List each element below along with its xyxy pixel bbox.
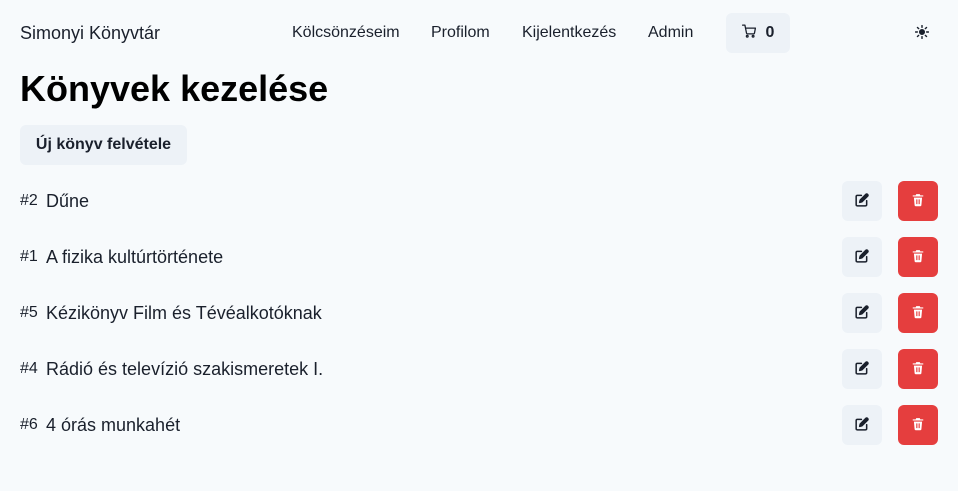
book-row: #6 4 órás munkahét — [0, 405, 958, 445]
edit-book-button[interactable] — [842, 237, 882, 277]
trash-icon — [911, 249, 925, 266]
book-title: A fizika kultúrtörténete — [46, 247, 224, 267]
book-title: Kézikönyv Film és Tévéalkotóknak — [46, 303, 322, 323]
book-id: #4 — [20, 360, 38, 377]
delete-book-button[interactable] — [898, 405, 938, 445]
book-id: #6 — [20, 416, 38, 433]
edit-book-button[interactable] — [842, 349, 882, 389]
trash-icon — [911, 305, 925, 322]
book-id: #2 — [20, 192, 38, 209]
page-title: Könyvek kezelése — [20, 68, 329, 109]
book-row: #5 Kézikönyv Film és Tévéalkotóknak — [0, 293, 958, 333]
sun-icon — [914, 24, 930, 42]
edit-icon — [855, 360, 869, 378]
trash-icon — [911, 417, 925, 434]
book-title: Rádió és televízió szakismeretek I. — [46, 359, 324, 379]
nav-link-profile[interactable]: Profilom — [431, 24, 490, 42]
edit-icon — [855, 416, 869, 434]
delete-book-button[interactable] — [898, 237, 938, 277]
edit-book-button[interactable] — [842, 293, 882, 333]
edit-icon — [855, 304, 869, 322]
theme-toggle-button[interactable] — [904, 13, 940, 53]
nav-link-admin[interactable]: Admin — [648, 24, 693, 42]
trash-icon — [911, 193, 925, 210]
delete-book-button[interactable] — [898, 181, 938, 221]
edit-icon — [855, 248, 869, 266]
edit-icon — [855, 192, 869, 210]
edit-book-button[interactable] — [842, 181, 882, 221]
cart-button[interactable]: 0 — [726, 13, 790, 53]
book-id: #5 — [20, 304, 38, 321]
book-title: 4 órás munkahét — [46, 415, 181, 435]
nav-link-logout[interactable]: Kijelentkezés — [522, 24, 616, 42]
delete-book-button[interactable] — [898, 293, 938, 333]
cart-icon — [741, 24, 756, 43]
book-row: #2 Dűne — [0, 181, 958, 221]
book-id: #1 — [20, 248, 38, 265]
navbar: Simonyi Könyvtár Kölcsönzéseim Profilom Ki… — [0, 0, 958, 66]
cart-count: 0 — [765, 24, 775, 41]
edit-book-button[interactable] — [842, 405, 882, 445]
book-row: #4 Rádió és televízió szakismeretek I. — [0, 349, 958, 389]
nav-links: Kölcsönzéseim Profilom Kijelentkezés Admin — [0, 0, 958, 66]
book-title: Dűne — [46, 191, 90, 211]
nav-link-loans[interactable]: Kölcsönzéseim — [292, 24, 400, 42]
new-book-button[interactable]: Új könyv felvétele — [20, 125, 187, 165]
trash-icon — [911, 361, 925, 378]
book-row: #1 A fizika kultúrtörténete — [0, 237, 958, 277]
delete-book-button[interactable] — [898, 349, 938, 389]
